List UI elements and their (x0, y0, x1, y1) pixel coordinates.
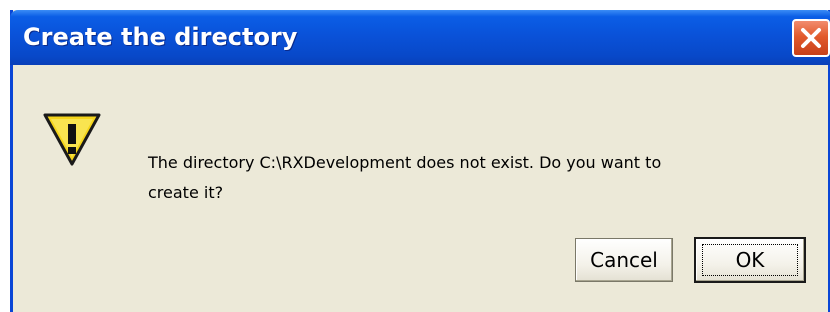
close-button[interactable] (792, 19, 830, 57)
message-line: The directory C:\RXDevelopment does not … (148, 153, 662, 172)
warning-icon (41, 110, 103, 172)
close-icon (801, 28, 821, 48)
focus-indicator (702, 244, 798, 276)
dialog-window: Create the directory The directory C:\RX… (10, 10, 830, 312)
dialog-message: The directory C:\RXDevelopment does not … (148, 148, 788, 208)
dialog-title: Create the directory (23, 23, 298, 51)
cancel-button[interactable]: Cancel (575, 238, 673, 282)
title-bar[interactable]: Create the directory (10, 10, 830, 65)
ok-button[interactable]: OK (695, 238, 805, 282)
message-line: create it? (148, 183, 224, 202)
